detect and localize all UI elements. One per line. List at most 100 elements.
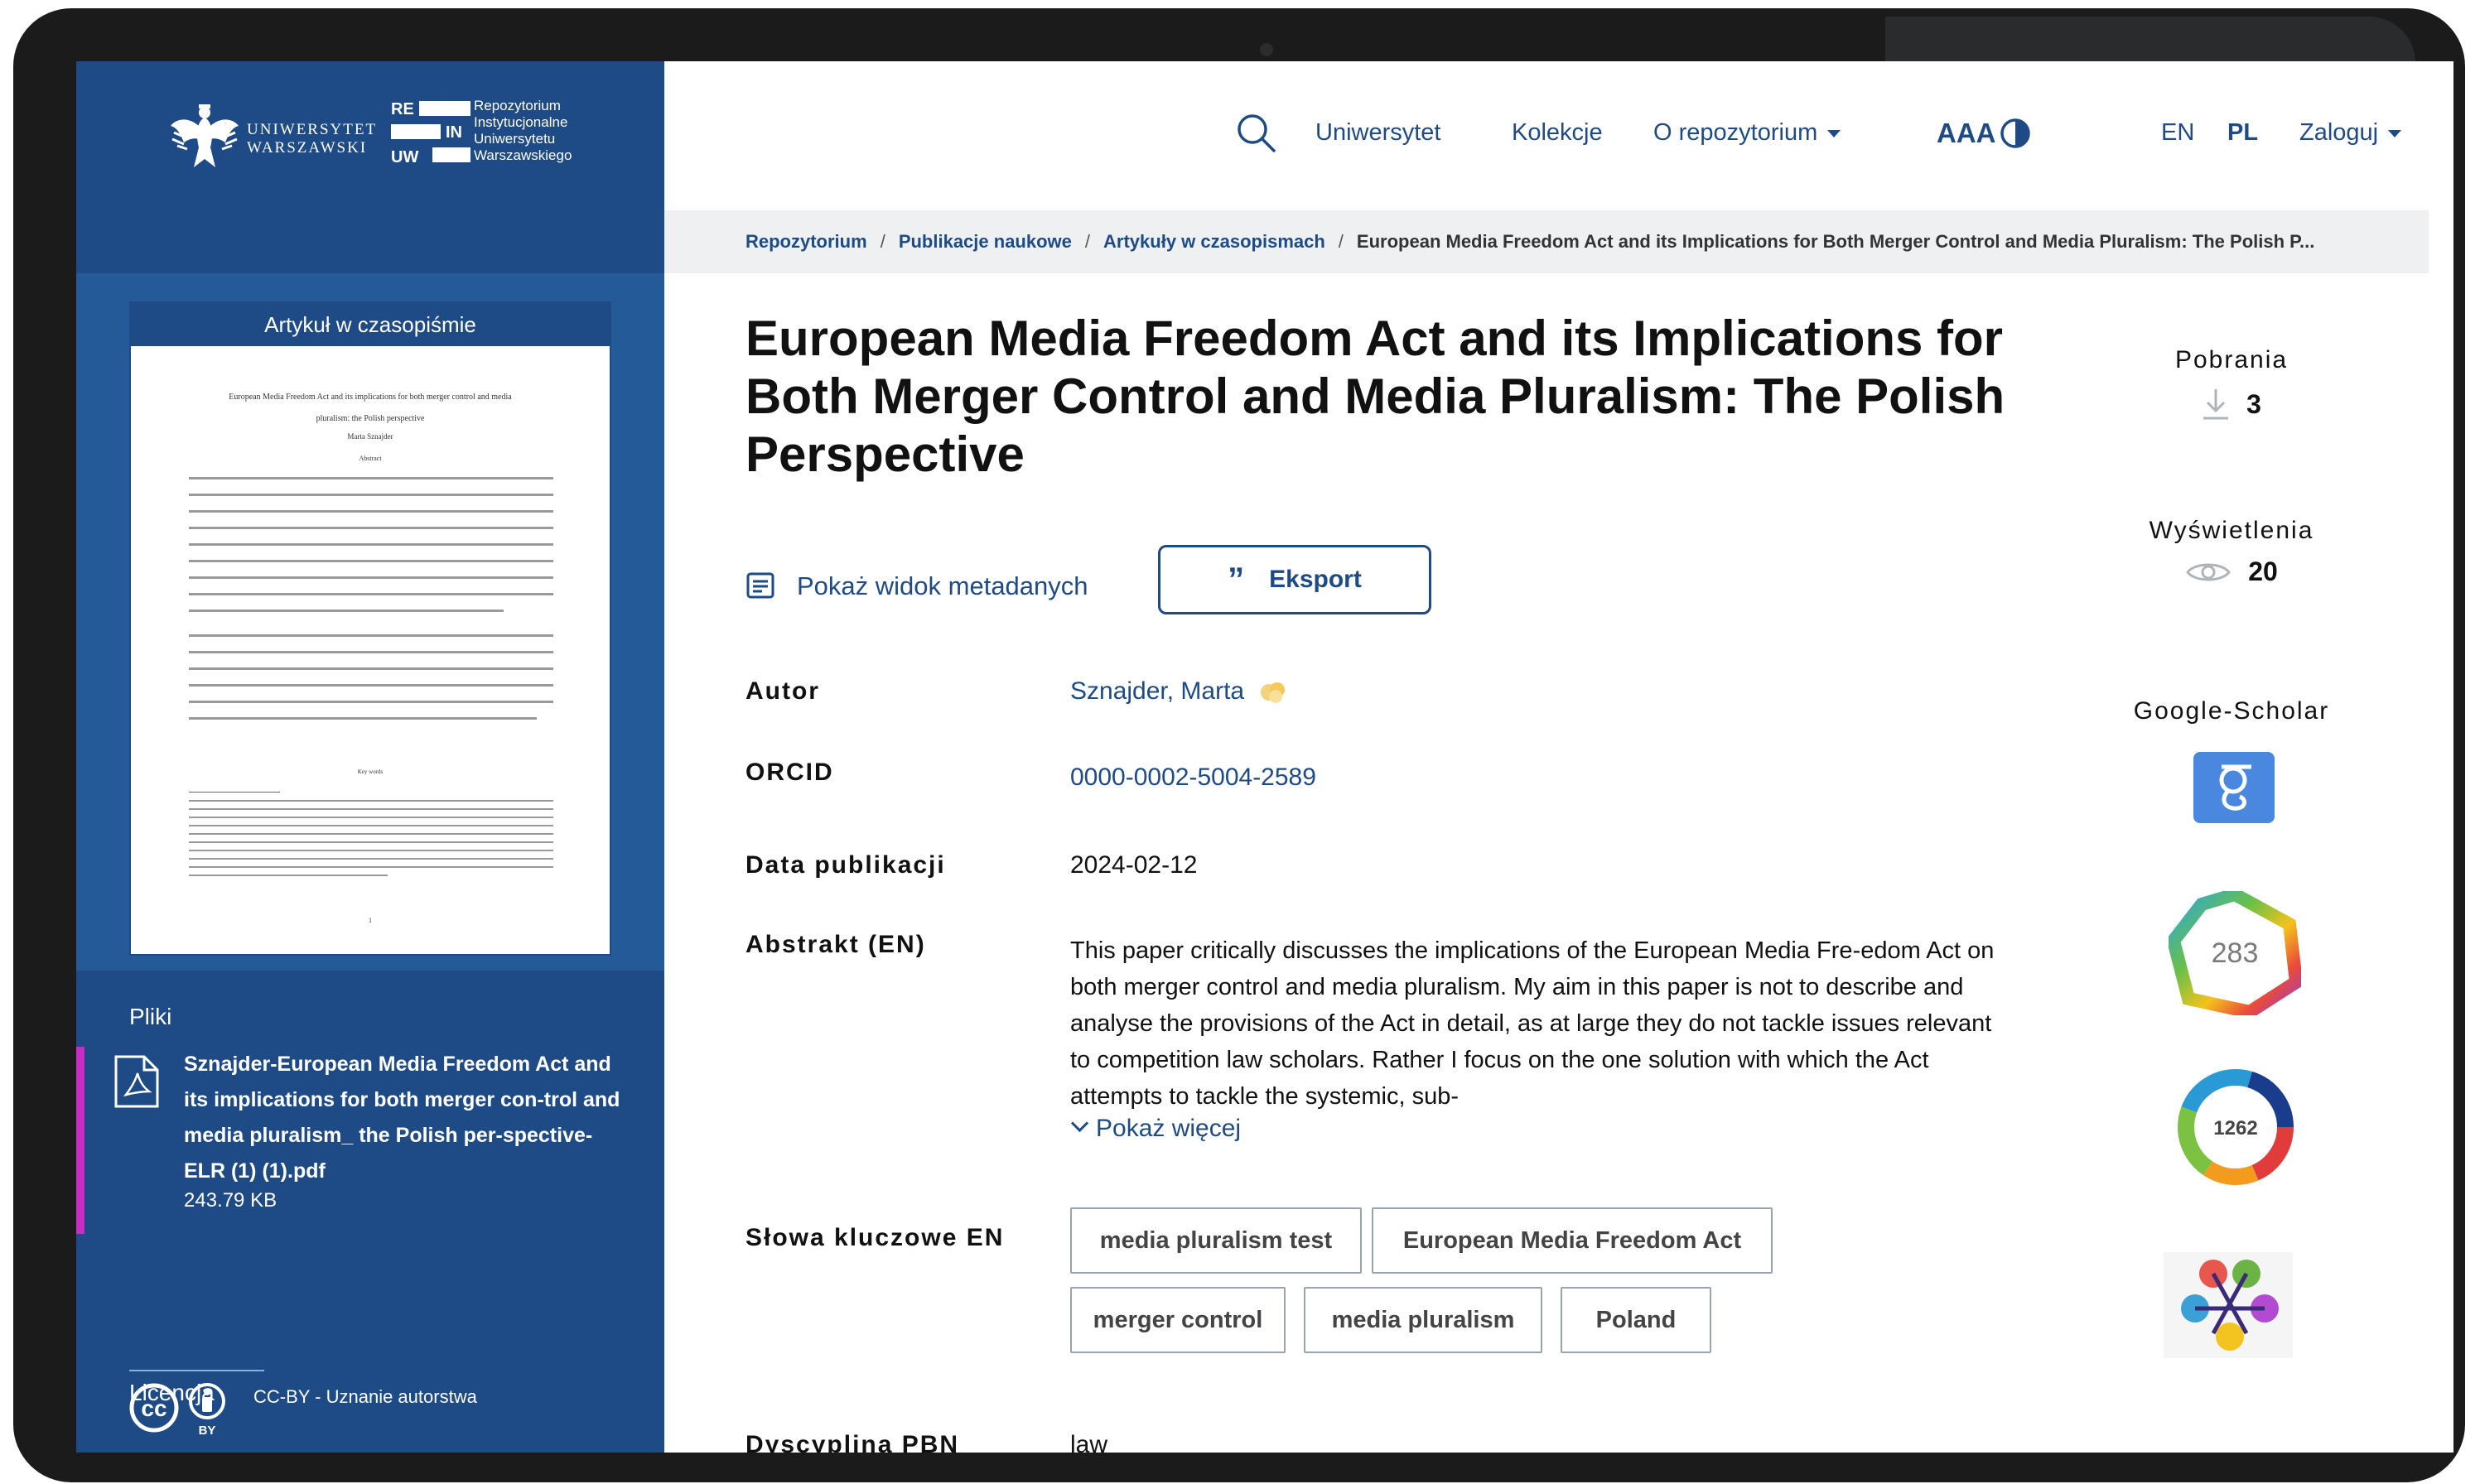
file-item[interactable]: Sznajder-European Media Freedom Act and … — [76, 1047, 664, 1234]
altmetric-badge[interactable]: 1262 — [2172, 1063, 2299, 1191]
license-name[interactable]: CC-BY - Uznanie autorstwa — [253, 1386, 477, 1408]
university-name-line2: WARSZAWSKI — [247, 139, 368, 157]
keyword-tag[interactable]: merger control — [1070, 1287, 1286, 1353]
discipline-label: Dyscyplina PBN — [745, 1431, 960, 1453]
date-value: 2024-02-12 — [1070, 851, 1198, 879]
author-label: Autor — [745, 677, 820, 705]
nav-uniwersytet[interactable]: Uniwersytet — [1315, 119, 1441, 147]
export-button[interactable]: ” Eksport — [1158, 545, 1431, 614]
repo-name-line: Repozytorium — [474, 98, 561, 113]
show-more-link[interactable]: Pokaż więcej — [1070, 1114, 1242, 1143]
university-logo[interactable]: UNIWERSYTET WARSZAWSKI — [169, 96, 375, 179]
downloads-value: 3 — [2246, 388, 2261, 419]
document-card[interactable]: Artykuł w czasopiśmie European Media Fre… — [129, 301, 611, 956]
svg-text:IN: IN — [446, 123, 462, 142]
keyword-tag[interactable]: media pluralism test — [1070, 1207, 1362, 1274]
dimensions-badge[interactable]: 283 — [2169, 891, 2301, 1015]
repo-name-line: Instytucjonalne — [474, 114, 568, 130]
views-value: 20 — [2248, 556, 2278, 586]
university-name: UNIWERSYTET WARSZAWSKI — [247, 121, 377, 157]
google-scholar-label: Google-Scholar — [2133, 697, 2330, 725]
author-name-link[interactable]: Sznajder, Marta — [1070, 677, 1244, 705]
font-size-label: AAA — [1937, 118, 1996, 148]
files-heading: Pliki — [129, 1004, 172, 1029]
google-scholar-button[interactable] — [2193, 752, 2275, 823]
lang-pl[interactable]: PL — [2227, 119, 2258, 147]
document-thumbnail[interactable]: European Media Freedom Act and its impli… — [131, 346, 610, 954]
search-icon[interactable] — [1236, 113, 1277, 154]
abstract-text: This paper critically discusses the impl… — [1070, 937, 1995, 1110]
files-panel: Pliki Sznajder-European Media Freedom Ac… — [76, 971, 664, 1453]
cc-by-license-icon[interactable]: cc BY — [129, 1383, 237, 1438]
university-name-line1: UNIWERSYTET — [247, 121, 378, 138]
login-menu[interactable]: Zaloguj — [2299, 119, 2402, 147]
file-accent-bar — [76, 1047, 84, 1234]
document-preview-panel: Artykuł w czasopiśmie European Media Fre… — [76, 273, 664, 971]
author-value[interactable]: Sznajder, Marta — [1070, 677, 1287, 706]
orcid-label: ORCID — [745, 759, 834, 786]
keyword-tag[interactable]: media pluralism — [1304, 1287, 1542, 1353]
google-scholar-icon — [2219, 764, 2251, 811]
thumb-abstract-heading: Abstract — [359, 455, 382, 462]
downloads-count: 3 — [2107, 388, 2356, 421]
breadcrumb-artykuly[interactable]: Artykuły w czasopismach — [1103, 231, 1325, 252]
svg-text:UW: UW — [391, 148, 418, 166]
eagle-icon — [171, 104, 239, 167]
breadcrumb-items: Repozytorium / Publikacje naukowe / Artykuły… — [745, 210, 2314, 273]
reinuw-mark-icon: RE IN UW — [391, 100, 470, 166]
keywords-label: Słowa kluczowe EN — [745, 1224, 1005, 1251]
export-label: Eksport — [1269, 566, 1362, 593]
metadata-list-icon — [746, 572, 774, 599]
orcid-link[interactable]: 0000-0002-5004-2589 — [1070, 764, 1316, 792]
browser-screen: UNIWERSYTET WARSZAWSKI RE IN UW Repozyto… — [76, 61, 2453, 1453]
chevron-down-icon — [1070, 1114, 1089, 1133]
eye-icon — [2186, 563, 2232, 581]
document-type-label: Artykuł w czasopiśmie — [131, 303, 610, 346]
researcher-badge-icon — [1261, 682, 1286, 704]
login-label: Zaloguj — [2299, 119, 2379, 146]
nav-kolekcje[interactable]: Kolekcje — [1512, 119, 1603, 147]
keyword-tag[interactable]: European Media Freedom Act — [1372, 1207, 1773, 1274]
top-navigation: Uniwersytet Kolekcje O repozytorium AAA … — [664, 61, 2453, 210]
keyword-tag[interactable]: Poland — [1561, 1287, 1711, 1353]
views-count: 20 — [2107, 556, 2356, 587]
device-frame: UNIWERSYTET WARSZAWSKI RE IN UW Repozyto… — [13, 8, 2465, 1482]
sidebar: UNIWERSYTET WARSZAWSKI RE IN UW Repozyto… — [76, 61, 664, 1453]
thumb-page-number: 1 — [369, 917, 372, 924]
views-label: Wyświetlenia — [2149, 517, 2314, 544]
font-size-control[interactable]: AAA — [1937, 118, 1996, 149]
quote-icon: ” — [1228, 561, 1245, 598]
thumb-keywords-heading: Key words — [358, 768, 384, 775]
plumx-badge[interactable] — [2164, 1252, 2293, 1358]
pdf-file-icon — [114, 1055, 159, 1108]
contrast-icon[interactable] — [2000, 118, 2031, 149]
breadcrumb-repozytorium[interactable]: Repozytorium — [745, 231, 867, 252]
download-icon — [2203, 389, 2229, 420]
cc-by-label: BY — [199, 1424, 216, 1438]
frame-highlight — [1885, 17, 2415, 63]
nav-o-repozytorium[interactable]: O repozytorium — [1653, 119, 1841, 147]
camera-icon — [1260, 43, 1273, 56]
chevron-down-icon — [2388, 129, 2402, 137]
nav-o-repozytorium-label: O repozytorium — [1653, 119, 1818, 146]
breadcrumb-publikacje[interactable]: Publikacje naukowe — [899, 231, 1072, 252]
downloads-label: Pobrania — [2174, 346, 2289, 373]
thumb-title-line2: pluralism: the Polish perspective — [316, 414, 425, 423]
abstract-label: Abstrakt (EN) — [745, 931, 926, 958]
item-title: European Media Freedom Act and its Impli… — [745, 311, 2005, 482]
thumb-author: Marta Sznajder — [347, 432, 393, 441]
lang-en[interactable]: EN — [2161, 119, 2194, 147]
cc-glyph: cc — [141, 1395, 166, 1421]
file-name-link[interactable]: Sznajder-European Media Freedom Act and … — [184, 1047, 631, 1189]
breadcrumb-separator: / — [1084, 231, 1091, 252]
thumb-title-line1: European Media Freedom Act and its impli… — [229, 393, 512, 402]
license-divider — [129, 1370, 264, 1371]
altmetric-value: 1262 — [2213, 1117, 2257, 1140]
show-metadata-label: Pokaż widok metadanych — [797, 571, 1088, 600]
show-metadata-link[interactable]: Pokaż widok metadanych — [745, 561, 1088, 611]
sidebar-header: UNIWERSYTET WARSZAWSKI RE IN UW Repozyto… — [76, 61, 664, 273]
dimensions-value: 283 — [2212, 937, 2259, 969]
repository-name: Repozytorium Instytucjonalne Uniwersytet… — [474, 98, 572, 164]
discipline-value: law — [1070, 1431, 1108, 1453]
show-more-label: Pokaż więcej — [1096, 1115, 1242, 1142]
